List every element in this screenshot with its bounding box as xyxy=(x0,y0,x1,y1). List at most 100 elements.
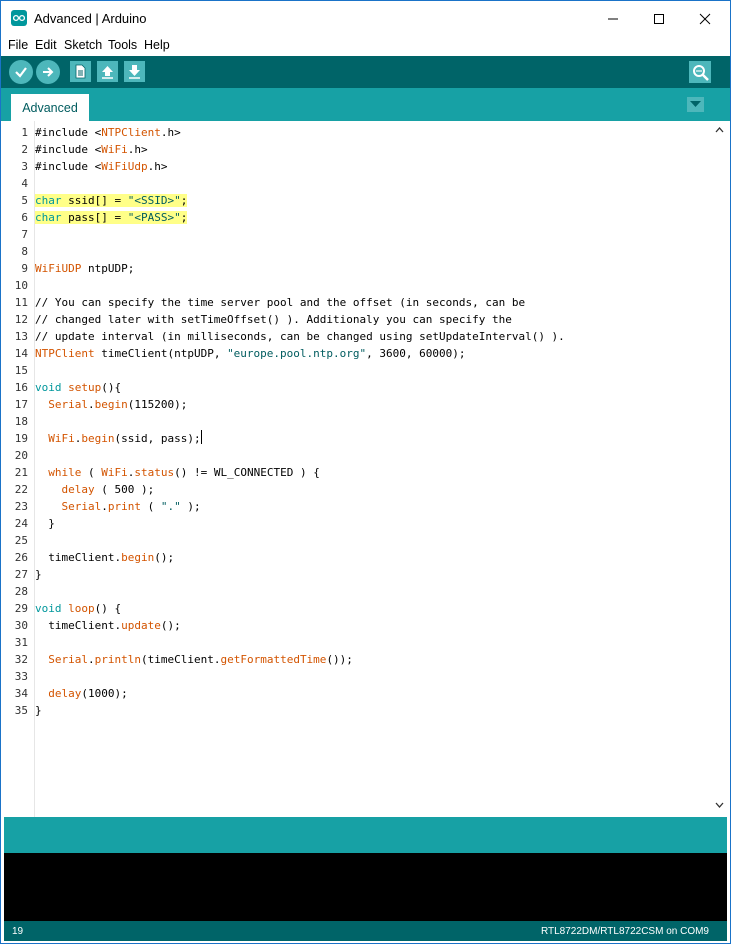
line-number: 19 xyxy=(14,432,28,445)
status-bar: 19 RTL8722DM/RTL8722CSM on COM9 xyxy=(4,921,727,941)
code-line[interactable]: #include <WiFiUdp.h> xyxy=(35,158,167,175)
menu-edit[interactable]: Edit xyxy=(35,38,57,52)
code-token: ( 500 ); xyxy=(94,483,155,496)
code-token: (115200); xyxy=(127,398,188,411)
code-line[interactable]: char ssid[] = "<SSID>"; xyxy=(35,192,188,209)
cursor-line-number: 19 xyxy=(12,926,24,937)
code-line[interactable]: WiFiUDP ntpUDP; xyxy=(35,260,134,277)
code-token: void xyxy=(35,602,62,615)
code-line[interactable]: char pass[] = "<PASS>"; xyxy=(35,209,188,226)
arduino-logo-icon xyxy=(11,10,27,26)
code-token: () != WL_CONNECTED ) { xyxy=(174,466,320,479)
code-line[interactable]: while ( WiFi.status() != WL_CONNECTED ) … xyxy=(35,464,320,481)
line-number: 21 xyxy=(14,466,28,479)
code-line[interactable]: Serial.print ( "." ); xyxy=(35,498,201,515)
save-button[interactable] xyxy=(124,61,145,82)
serial-monitor-button[interactable] xyxy=(689,61,711,83)
menu-sketch[interactable]: Sketch xyxy=(64,38,102,52)
code-token: char xyxy=(35,194,62,207)
code-token: #include < xyxy=(35,143,102,156)
console-output[interactable] xyxy=(4,853,727,921)
code-line[interactable]: } xyxy=(35,566,42,583)
line-number: 31 xyxy=(14,636,28,649)
code-line[interactable]: } xyxy=(35,702,42,719)
toolbar xyxy=(1,56,730,88)
upload-button[interactable] xyxy=(36,60,60,84)
code-token: (ssid, pass); xyxy=(114,432,201,445)
code-editor[interactable]: 1 2 3 4 5 6 7 8 9 10 11 12 13 14 15 16 17 18 19 20 21 22 23 24 2… xyxy=(4,121,727,817)
code-token: void xyxy=(35,381,62,394)
code-token: (); xyxy=(154,551,175,564)
line-number: 14 xyxy=(14,347,28,360)
line-number: 30 xyxy=(14,619,28,632)
line-number: 6 xyxy=(21,211,28,224)
code-line[interactable]: timeClient.update(); xyxy=(35,617,181,634)
code-line[interactable]: // changed later with setTimeOffset() ).… xyxy=(35,311,512,328)
code-token: timeClient(ntpUDP, xyxy=(94,347,228,360)
code-line[interactable]: void setup(){ xyxy=(35,379,121,396)
code-line[interactable]: delay(1000); xyxy=(35,685,127,702)
tab-menu-button[interactable] xyxy=(687,97,704,112)
code-token: Serial xyxy=(48,398,88,411)
code-token: () { xyxy=(94,602,122,615)
code-line[interactable]: } xyxy=(35,515,55,532)
code-token: begin xyxy=(81,432,115,445)
code-token: Serial xyxy=(61,500,102,513)
code-token: status xyxy=(134,466,175,479)
code-line[interactable]: timeClient.begin(); xyxy=(35,549,174,566)
code-token: NTPClient xyxy=(101,126,161,139)
code-token: // changed later with setTimeOffset() ).… xyxy=(35,313,512,326)
verify-button[interactable] xyxy=(9,60,33,84)
vertical-scrollbar[interactable] xyxy=(711,121,727,817)
line-number: 34 xyxy=(14,687,28,700)
code-line[interactable]: void loop() { xyxy=(35,600,121,617)
scroll-down-icon[interactable] xyxy=(715,802,724,808)
menu-file[interactable]: File xyxy=(8,38,28,52)
menu-tools[interactable]: Tools xyxy=(108,38,137,52)
code-area[interactable]: #include <NTPClient.h> #include <WiFi.h> #… xyxy=(35,121,711,817)
code-line[interactable]: NTPClient timeClient(ntpUDP, "europe.poo… xyxy=(35,345,465,362)
code-token: (); xyxy=(160,619,181,632)
code-line[interactable]: WiFi.begin(ssid, pass); xyxy=(35,430,202,447)
code-token: ; xyxy=(180,211,188,224)
code-token: . xyxy=(88,398,95,411)
title-bar[interactable]: Advanced | Arduino xyxy=(1,1,730,36)
code-line[interactable]: #include <WiFi.h> xyxy=(35,141,148,158)
line-number: 26 xyxy=(14,551,28,564)
line-number: 13 xyxy=(14,330,28,343)
code-token: } xyxy=(35,517,55,530)
line-number: 23 xyxy=(14,500,28,513)
code-line[interactable]: delay ( 500 ); xyxy=(35,481,155,498)
code-line[interactable]: Serial.begin(115200); xyxy=(35,396,187,413)
code-token: ; xyxy=(180,194,188,207)
code-token: NTPClient xyxy=(35,347,95,360)
code-line[interactable]: Serial.println(timeClient.getFormattedTi… xyxy=(35,651,353,668)
code-token: while xyxy=(48,466,82,479)
menu-help[interactable]: Help xyxy=(144,38,170,52)
new-button[interactable] xyxy=(70,61,91,82)
minimize-button[interactable] xyxy=(590,1,636,36)
code-token: ( xyxy=(141,500,161,513)
scroll-up-icon[interactable] xyxy=(715,127,724,133)
code-line[interactable]: // update interval (in milliseconds, can… xyxy=(35,328,565,345)
tab-bar: Advanced xyxy=(1,88,730,121)
code-token: WiFiUDP xyxy=(35,262,82,275)
maximize-button[interactable] xyxy=(636,1,682,36)
code-line[interactable]: #include <NTPClient.h> xyxy=(35,124,181,141)
code-token: "." xyxy=(160,500,181,513)
code-token: } xyxy=(35,704,42,717)
code-token: setup xyxy=(68,381,102,394)
verify-icon xyxy=(15,67,27,78)
maximize-icon xyxy=(654,14,664,24)
open-icon xyxy=(102,66,113,79)
open-button[interactable] xyxy=(97,61,118,82)
code-line[interactable]: // You can specify the time server pool … xyxy=(35,294,525,311)
close-button[interactable] xyxy=(682,1,728,36)
tab-advanced[interactable]: Advanced xyxy=(11,94,89,121)
line-number: 10 xyxy=(14,279,28,292)
upload-icon xyxy=(43,67,54,77)
line-number: 17 xyxy=(14,398,28,411)
